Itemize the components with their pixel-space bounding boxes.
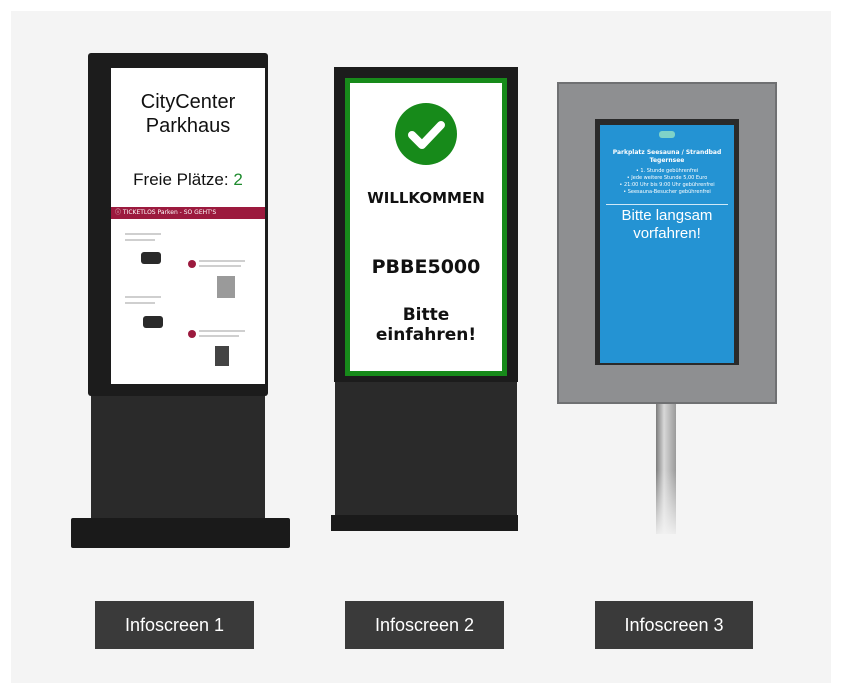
entry-prompt-line1: Bitte [402,305,450,325]
ticketless-banner-text: TICKETLOS Parken - SO GEHT'S [122,209,217,216]
entry-prompt: Bitte einfahren! [350,305,502,345]
infoscreen-3-display: Parkplatz Seesauna / Strandbad Tegernsee… [600,125,734,363]
rate-item: • Seesauna-Besucher gebührenfrei [623,189,711,195]
message-line1: Bitte langsam [621,207,713,224]
free-spaces-count: 2 [233,170,243,189]
instruction-text-2 [199,260,245,262]
label-infoscreen-2: Infoscreen 2 [345,601,504,649]
step-2-icon [188,260,196,268]
infoscreen-1-foot [71,518,290,548]
parking-header: Parkplatz Seesauna / Strandbad Tegernsee [600,149,734,165]
rate-item: • 1. Stunde gebührenfrei [635,168,699,174]
label-infoscreen-3: Infoscreen 3 [595,601,753,649]
qr-code-icon-2 [215,346,229,366]
rate-list: • 1. Stunde gebührenfrei • Jede weitere … [600,168,734,196]
free-spaces-label: Freie Plätze: [133,170,229,189]
drive-slowly-message: Bitte langsam vorfahren! [600,207,734,243]
pole-fade [650,470,682,540]
license-plate: PBBE5000 [371,256,481,278]
instruction-text-4 [199,330,245,332]
qr-code-icon [217,276,235,298]
infoscreen-2-display: WILLKOMMEN PBBE5000 Bitte einfahren! [345,78,507,376]
message-line2: vorfahren! [633,225,701,242]
screen1-free-spaces: Freie Plätze: 2 [111,170,265,190]
ticketless-banner: ⓘ TICKETLOS Parken - SO GEHT'S [111,207,265,219]
rate-item: • Jede weitere Stunde 5,00 Euro [626,175,708,181]
instruction-text-1b [125,239,155,241]
infoscreen-2-foot [331,515,518,531]
infoscreen-2-stand [335,382,517,517]
infoscreen-1-stand [91,396,265,521]
screen1-title: CityCenter Parkhaus [111,90,265,138]
rate-item: • 21:00 Uhr bis 9:00 Uhr gebührenfrei [619,182,715,188]
entry-prompt-line2: einfahren! [375,325,477,345]
divider [606,204,728,205]
screen1-title-line1: CityCenter [140,91,236,113]
welcome-text: WILLKOMMEN [367,189,485,207]
instruction-text-2b [199,265,241,267]
car-exit-icon [143,316,163,328]
parking-header-line1: Parkplatz Seesauna / Strandbad [612,149,722,156]
instruction-text-3 [125,296,161,298]
infoscreen-1-display: CityCenter Parkhaus Freie Plätze: 2 ⓘ TI… [111,68,265,384]
info-icon: ⓘ [115,209,123,216]
logo-icon [659,131,675,138]
instruction-text-3b [125,302,155,304]
label-infoscreen-1: Infoscreen 1 [95,601,254,649]
instruction-text-1 [125,233,161,235]
car-entry-icon [141,252,161,264]
screen1-title-line2: Parkhaus [145,115,231,137]
checkmark-icon [395,103,457,165]
step-4-icon [188,330,196,338]
parking-header-line2: Tegernsee [649,157,685,164]
instruction-text-4b [199,335,239,337]
